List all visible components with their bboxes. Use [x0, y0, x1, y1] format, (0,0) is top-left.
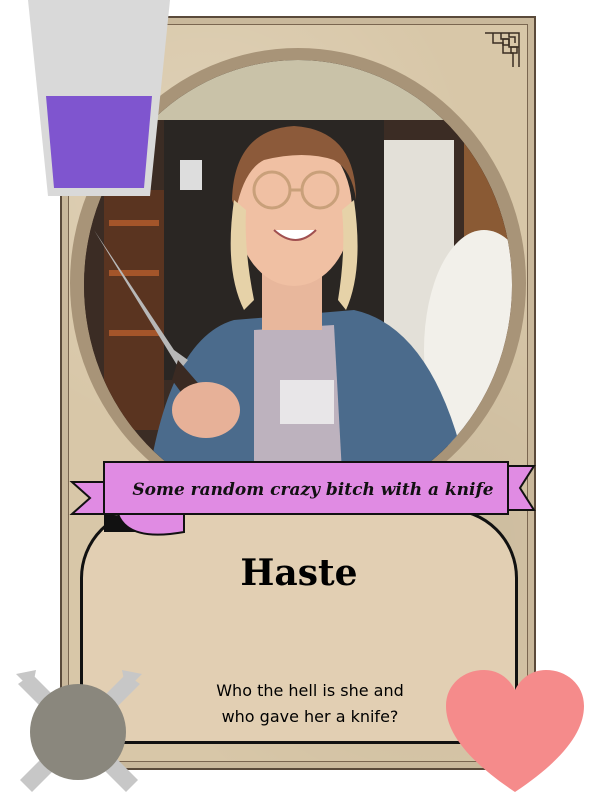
mana-glass-icon: [28, 0, 170, 196]
heart-icon: [446, 670, 584, 792]
description-line-2: who gave her a knife?: [221, 707, 399, 726]
card-name: Haste: [240, 552, 358, 594]
description-line-1: Who the hell is she and: [216, 681, 404, 700]
card-flavor-title: Some random crazy bitch with a knife: [132, 480, 494, 500]
card-description: Who the hell is she and who gave her a k…: [160, 678, 460, 730]
corner-ornament-icon: [485, 32, 520, 67]
crossed-swords-shield-icon: [16, 670, 142, 792]
